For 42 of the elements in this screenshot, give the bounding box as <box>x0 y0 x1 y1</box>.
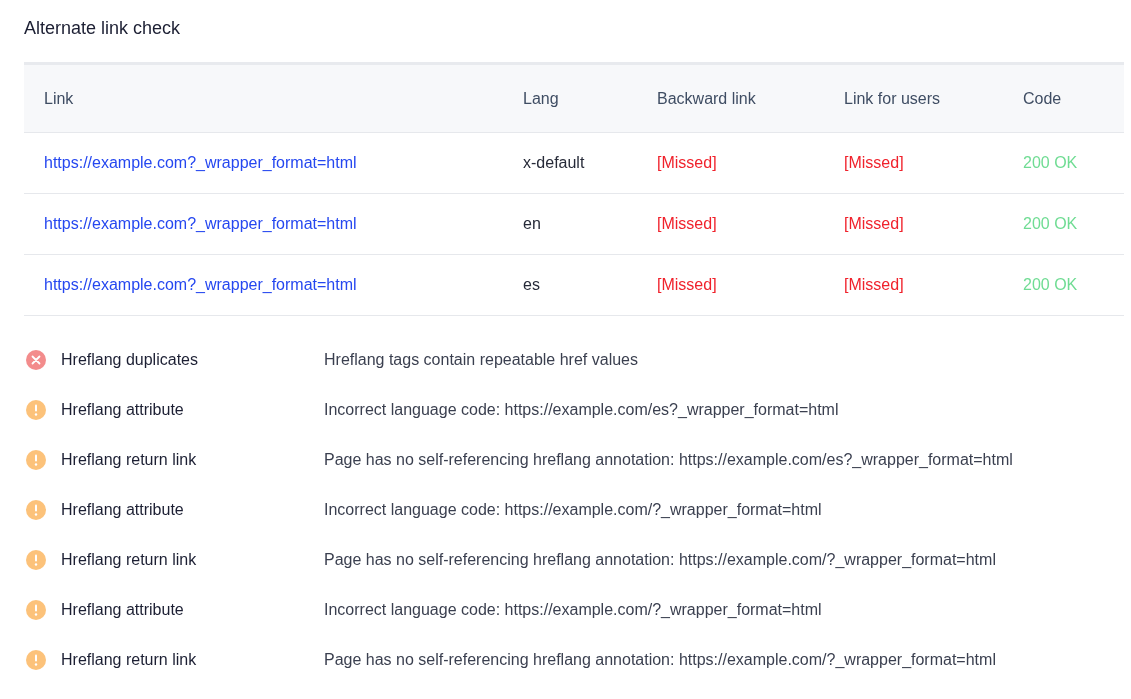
issue-description: Incorrect language code: https://example.com/?_wrapper_format=html <box>324 601 822 619</box>
column-header: Code <box>1023 89 1062 108</box>
warning-icon <box>26 650 46 670</box>
error-icon <box>26 350 46 370</box>
link-cell[interactable]: https://example.com?_wrapper_format=html <box>44 154 357 172</box>
warning-icon <box>26 400 46 420</box>
issue-title: Hreflang return link <box>61 451 197 469</box>
issue-description: Incorrect language code: https://example.com/?_wrapper_format=html <box>324 501 822 519</box>
issue-description: Incorrect language code: https://example.com/es?_wrapper_format=html <box>324 401 839 419</box>
lang-cell: x-default <box>523 154 585 172</box>
code-cell: 200 OK <box>1023 154 1078 172</box>
issue-title: Hreflang return link <box>61 551 197 569</box>
link-cell[interactable]: https://example.com?_wrapper_format=html <box>44 215 357 233</box>
lang-cell: en <box>523 215 541 233</box>
column-header: Link for users <box>844 89 941 108</box>
issue-title: Hreflang duplicates <box>61 351 198 369</box>
issue-description: Page has no self-referencing hreflang annotation: https://example.com/?_wrapper_format=html <box>324 551 996 569</box>
warning-icon <box>26 550 46 570</box>
warning-icon <box>26 600 46 620</box>
warning-icon <box>26 450 46 470</box>
status-cell: [Missed] <box>844 276 904 294</box>
status-cell: [Missed] <box>657 154 717 172</box>
column-header: Link <box>44 89 74 108</box>
status-cell: [Missed] <box>844 154 904 172</box>
link-cell[interactable]: https://example.com?_wrapper_format=html <box>44 276 357 294</box>
column-header: Lang <box>523 89 559 108</box>
issue-description: Page has no self-referencing hreflang annotation: https://example.com/?_wrapper_format=html <box>324 651 996 669</box>
lang-cell: es <box>523 276 540 294</box>
issue-title: Hreflang attribute <box>61 501 184 519</box>
status-cell: [Missed] <box>657 215 717 233</box>
status-cell: [Missed] <box>844 215 904 233</box>
issue-title: Hreflang attribute <box>61 401 184 419</box>
code-cell: 200 OK <box>1023 215 1078 233</box>
issue-description: Page has no self-referencing hreflang annotation: https://example.com/es?_wrapper_format=html <box>324 451 1013 469</box>
issue-description: Hreflang tags contain repeatable href values <box>324 351 638 369</box>
issue-title: Hreflang return link <box>61 651 197 669</box>
code-cell: 200 OK <box>1023 276 1078 294</box>
column-header: Backward link <box>657 89 756 108</box>
warning-icon <box>26 500 46 520</box>
status-cell: [Missed] <box>657 276 717 294</box>
issue-title: Hreflang attribute <box>61 601 184 619</box>
section-title: Alternate link check <box>24 18 182 39</box>
